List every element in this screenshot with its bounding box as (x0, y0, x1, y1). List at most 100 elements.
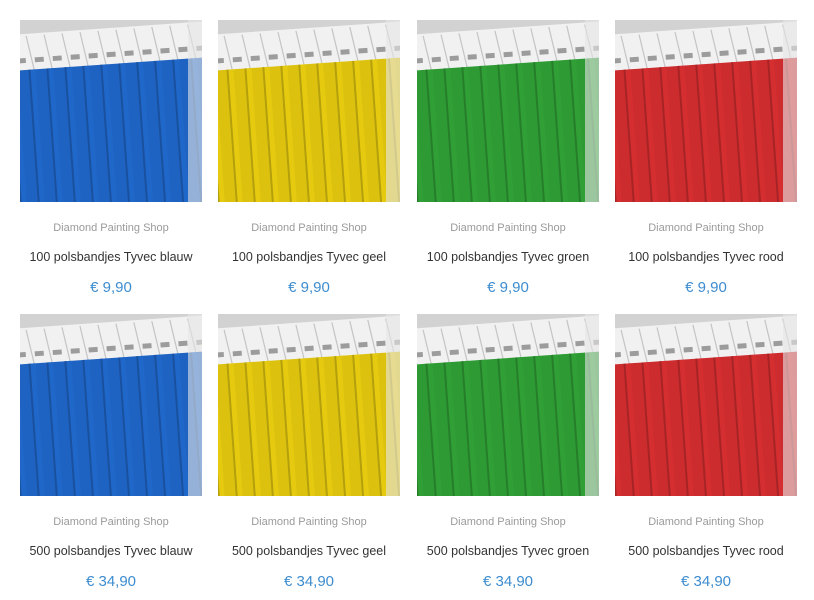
product-title[interactable]: 500 polsbandjes Tyvec rood (615, 544, 797, 559)
wristband-serial-number (737, 49, 747, 55)
product-grid: Diamond Painting Shop 100 polsbandjes Ty… (0, 0, 814, 600)
wristband-serial-number (431, 350, 441, 357)
image-edge (585, 314, 599, 496)
product-title[interactable]: 100 polsbandjes Tyvec groen (417, 250, 599, 265)
product-vendor[interactable]: Diamond Painting Shop (20, 516, 202, 529)
wristband-serial-number (615, 351, 621, 358)
product-title[interactable]: 500 polsbandjes Tyvec geel (218, 544, 400, 559)
yellow-wristbands-image (218, 20, 400, 202)
image-edge (386, 314, 400, 496)
image-edge (783, 20, 797, 202)
wristband-serial-number (142, 49, 152, 55)
blue-wristbands-image (20, 314, 202, 496)
wristband-serial-number (701, 51, 711, 58)
product-price: € 9,90 (685, 279, 727, 296)
wristband-serial-number (773, 340, 783, 347)
wristband-serial-number (34, 56, 44, 63)
product-vendor[interactable]: Diamond Painting Shop (417, 516, 599, 529)
product-card[interactable]: Diamond Painting Shop 500 polsbandjes Ty… (20, 314, 202, 591)
product-image[interactable] (20, 314, 202, 496)
wristband-serial-number (124, 50, 134, 57)
wristband-serial-number (417, 57, 423, 64)
product-vendor[interactable]: Diamond Painting Shop (615, 222, 797, 235)
wristband-group (218, 314, 400, 496)
product-title[interactable]: 100 polsbandjes Tyvec blauw (20, 250, 202, 265)
wristband-serial-number (124, 344, 134, 351)
wristband-serial-number (701, 345, 711, 352)
wristband-serial-number (431, 56, 441, 63)
product-vendor[interactable]: Diamond Painting Shop (615, 516, 797, 529)
product-card[interactable]: Diamond Painting Shop 100 polsbandjes Ty… (218, 20, 400, 297)
wristband-serial-number (665, 54, 675, 60)
red-wristbands-image (615, 20, 797, 202)
wristband-serial-number (615, 57, 621, 64)
product-image[interactable] (615, 314, 797, 496)
product-title[interactable]: 100 polsbandjes Tyvec rood (615, 250, 797, 265)
wristband-serial-number (629, 56, 639, 63)
product-price: € 34,90 (680, 573, 732, 590)
wristband-serial-number (20, 351, 26, 358)
wristband-serial-number (557, 341, 567, 348)
wristband-serial-number (539, 343, 549, 349)
wristband-serial-number (340, 343, 350, 349)
product-vendor[interactable]: Diamond Painting Shop (20, 222, 202, 235)
product-price: € 9,90 (288, 279, 330, 296)
product-title[interactable]: 500 polsbandjes Tyvec groen (417, 544, 599, 559)
product-image[interactable] (20, 20, 202, 202)
wristband-serial-number (160, 341, 170, 348)
product-image[interactable] (417, 314, 599, 496)
yellow-wristbands-image (218, 314, 400, 496)
wristband-serial-number (467, 54, 477, 60)
red-wristbands-image (615, 314, 797, 496)
wristband-serial-number (142, 343, 152, 349)
product-vendor[interactable]: Diamond Painting Shop (218, 516, 400, 529)
wristband-serial-number (268, 54, 278, 60)
wristband-serial-number (106, 345, 116, 352)
product-image[interactable] (218, 20, 400, 202)
product-title[interactable]: 100 polsbandjes Tyvec geel (218, 250, 400, 265)
image-edge (585, 20, 599, 202)
product-title[interactable]: 500 polsbandjes Tyvec blauw (20, 544, 202, 559)
wristband-serial-number (286, 346, 296, 353)
wristband-serial-number (322, 50, 332, 57)
product-card[interactable]: Diamond Painting Shop 100 polsbandjes Ty… (20, 20, 202, 297)
product-price: € 34,90 (85, 573, 137, 590)
product-card[interactable]: Diamond Painting Shop 100 polsbandjes Ty… (417, 20, 599, 297)
product-card[interactable]: Diamond Painting Shop 500 polsbandjes Ty… (218, 314, 400, 591)
green-wristbands-image (417, 314, 599, 496)
wristband-serial-number (322, 344, 332, 351)
wristband-serial-number (647, 55, 657, 62)
product-card[interactable]: Diamond Painting Shop 500 polsbandjes Ty… (417, 314, 599, 591)
wristband-group (615, 314, 797, 496)
blue-wristbands-image (20, 20, 202, 202)
wristband-serial-number (304, 345, 314, 352)
wristband-serial-number (683, 52, 693, 59)
product-vendor[interactable]: Diamond Painting Shop (417, 222, 599, 235)
wristband-serial-number (755, 341, 765, 348)
wristband-serial-number (629, 350, 639, 357)
wristband-serial-number (737, 343, 747, 349)
wristband-serial-number (250, 55, 260, 62)
wristband-serial-number (719, 50, 729, 57)
green-wristbands-image (417, 20, 599, 202)
wristband-serial-number (467, 348, 477, 354)
wristband-serial-number (52, 55, 62, 62)
product-image[interactable] (218, 314, 400, 496)
product-vendor[interactable]: Diamond Painting Shop (218, 222, 400, 235)
product-card[interactable]: Diamond Painting Shop 500 polsbandjes Ty… (615, 314, 797, 591)
product-image[interactable] (417, 20, 599, 202)
wristband-serial-number (376, 340, 386, 347)
wristband-serial-number (575, 46, 585, 53)
wristband-serial-number (218, 351, 224, 358)
wristband-serial-number (34, 350, 44, 357)
wristband-serial-number (539, 49, 549, 55)
wristband-serial-number (521, 344, 531, 351)
wristband-serial-number (358, 341, 368, 348)
wristband-serial-number (485, 346, 495, 353)
product-card[interactable]: Diamond Painting Shop 100 polsbandjes Ty… (615, 20, 797, 297)
wristband-group (417, 314, 599, 496)
wristband-serial-number (286, 52, 296, 59)
wristband-serial-number (449, 349, 459, 356)
product-image[interactable] (615, 20, 797, 202)
image-edge (188, 314, 202, 496)
